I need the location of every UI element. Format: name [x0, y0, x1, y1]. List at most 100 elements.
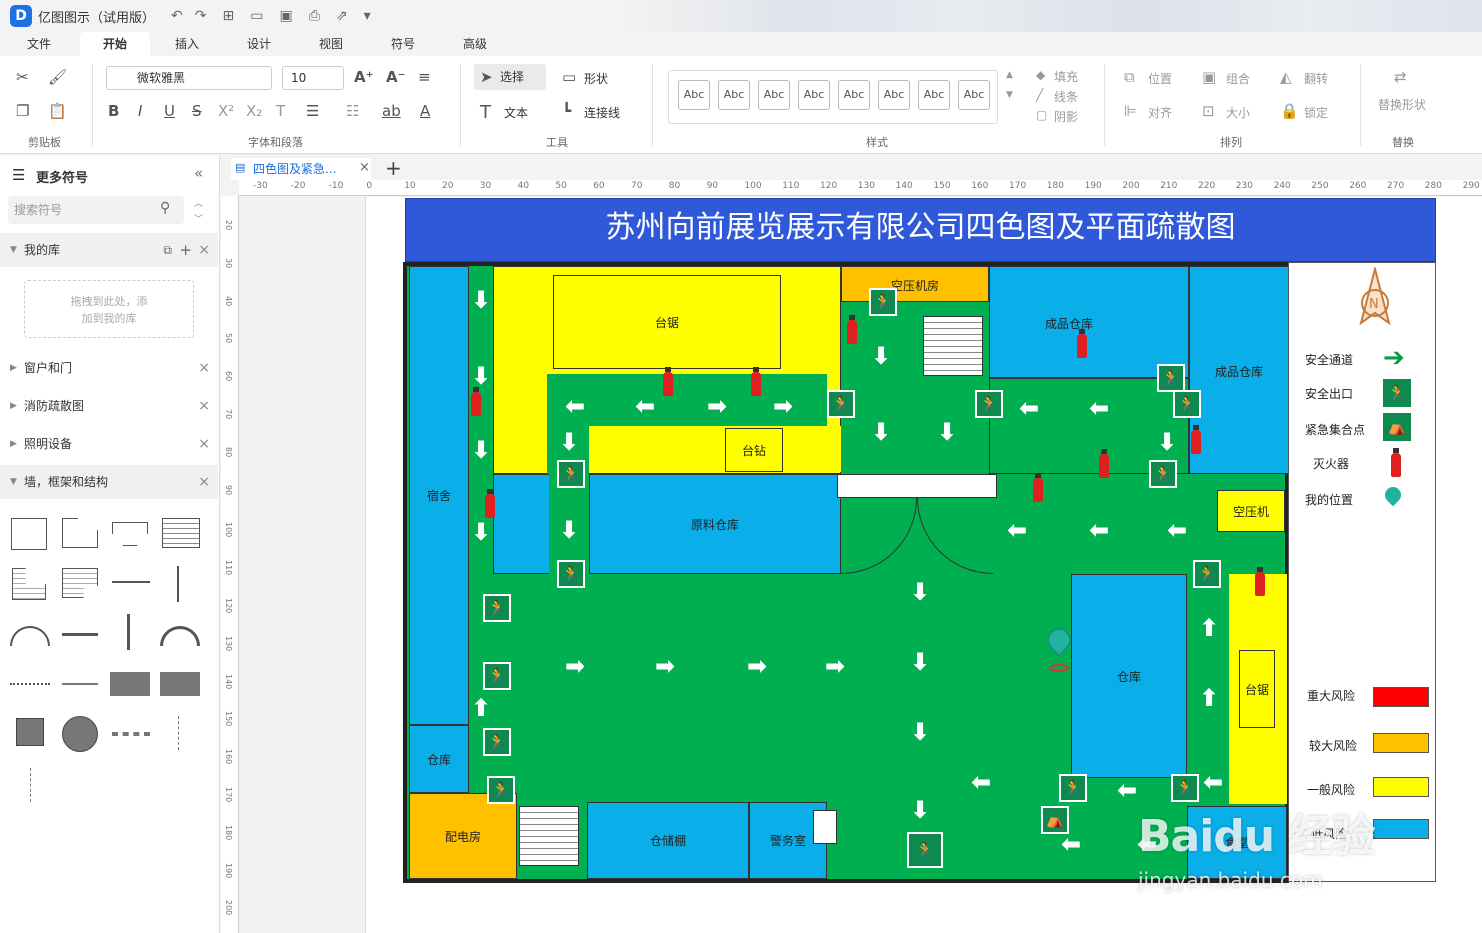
exit-sign-icon[interactable]: 🏃	[869, 288, 897, 316]
group-button[interactable]: 组合	[1226, 70, 1250, 87]
increase-font-icon[interactable]: A⁺	[354, 68, 374, 86]
align-text-icon[interactable]: ≡	[418, 68, 431, 86]
exit-sign-icon[interactable]: 🏃	[557, 560, 585, 588]
lock-button[interactable]: 锁定	[1304, 104, 1328, 121]
l-wall-shape[interactable]	[12, 568, 46, 600]
thick-vertical-wall-shape[interactable]	[127, 614, 130, 650]
redo-icon[interactable]: ↷	[195, 8, 207, 24]
copy-icon[interactable]: ❐	[16, 102, 29, 120]
guide-line-shape[interactable]	[30, 768, 31, 802]
search-icon[interactable]: ⚲	[160, 200, 170, 216]
vertical-wall-shape[interactable]	[177, 566, 179, 602]
exit-sign-icon[interactable]: 🏃	[557, 460, 585, 488]
main-door-frame[interactable]	[837, 474, 997, 498]
fill-button[interactable]: 填充	[1054, 68, 1078, 85]
menu-tab-symbols[interactable]: 符号	[374, 32, 432, 56]
close-icon[interactable]: ×	[198, 389, 210, 423]
bench-drill[interactable]: 台钻	[725, 428, 783, 472]
close-icon[interactable]: ×	[198, 427, 210, 461]
new-tab-icon[interactable]: +	[385, 156, 402, 180]
font-family-select[interactable]: 微软雅黑	[106, 66, 272, 90]
document-tab[interactable]: 四色图及紧急...	[231, 158, 371, 180]
style-sample-2[interactable]: Abc	[718, 80, 750, 110]
superscript-icon[interactable]: X²	[218, 102, 234, 120]
fire-extinguisher-icon[interactable]	[485, 489, 495, 518]
exit-sign-icon[interactable]: 🏃	[1157, 364, 1185, 392]
t-room-shape[interactable]	[112, 522, 148, 546]
quick-access-dropdown-icon[interactable]: ▾	[364, 8, 371, 24]
arc-thick-wall-shape[interactable]	[160, 626, 200, 646]
guard-door[interactable]	[813, 810, 837, 844]
exit-sign-icon[interactable]: 🏃	[1149, 460, 1177, 488]
exit-sign-icon[interactable]: 🏃	[1171, 774, 1199, 802]
wall-block-2-shape[interactable]	[160, 672, 200, 696]
close-icon[interactable]: ×	[198, 465, 210, 499]
italic-icon[interactable]: I	[138, 102, 142, 120]
gallery-down-icon[interactable]: ▼	[1006, 90, 1013, 100]
fire-extinguisher-icon[interactable]	[1191, 425, 1201, 454]
power-room[interactable]: 配电房	[409, 793, 517, 879]
save-icon[interactable]: ▣	[279, 8, 292, 24]
table-saw-1[interactable]: 台锯	[553, 275, 781, 369]
symbol-search-input[interactable]: 搜索符号	[8, 196, 184, 224]
cut-icon[interactable]: ✂	[16, 68, 29, 86]
line-spacing-icon[interactable]: ☰	[306, 102, 319, 120]
exit-sign-icon[interactable]: 🏃	[975, 390, 1003, 418]
bold-icon[interactable]: B	[108, 102, 119, 120]
decrease-font-icon[interactable]: A⁻	[386, 68, 406, 86]
style-sample-3[interactable]: Abc	[758, 80, 790, 110]
menu-tab-file[interactable]: 文件	[10, 32, 68, 56]
shape-tool-button[interactable]: 形状	[584, 70, 608, 87]
square-pillar-shape[interactable]	[16, 718, 44, 746]
style-sample-6[interactable]: Abc	[878, 80, 910, 110]
raw-warehouse[interactable]: 原料仓库	[589, 474, 841, 574]
fire-extinguisher-icon[interactable]	[663, 367, 673, 396]
import-icon[interactable]: ⧉	[163, 233, 172, 267]
exit-sign-icon[interactable]: 🏃	[483, 594, 511, 622]
paste-icon[interactable]: 📋	[48, 102, 67, 120]
flip-button[interactable]: 翻转	[1304, 70, 1328, 87]
close-tab-icon[interactable]: ×	[359, 160, 370, 175]
print-icon[interactable]: ⎙	[309, 8, 320, 24]
position-button[interactable]: 位置	[1148, 70, 1172, 87]
text-tool-button[interactable]: 文本	[504, 104, 528, 121]
stairs-top[interactable]	[923, 316, 983, 376]
stairs-bottom[interactable]	[519, 806, 579, 866]
close-icon[interactable]: ×	[198, 351, 210, 385]
finished-warehouse-2[interactable]: 成品仓库	[1189, 266, 1289, 474]
exit-sign-icon[interactable]: 🏃	[1059, 774, 1087, 802]
table-saw-2[interactable]: 台锯	[1239, 650, 1275, 728]
legend-panel[interactable]: N 安全通道 ➔ 安全出口 🏃 紧急集合点 ⛺ 灭火器 我的位置 重大风险 较大…	[1288, 262, 1436, 882]
assembly-point-icon[interactable]: ⛺	[1041, 806, 1069, 834]
dorm-room[interactable]: 宿舍	[409, 266, 469, 725]
strikethrough-icon[interactable]: S	[192, 102, 202, 120]
round-pillar-shape[interactable]	[62, 716, 98, 752]
fire-extinguisher-icon[interactable]	[847, 315, 857, 344]
dashed-wall-shape[interactable]	[112, 732, 150, 736]
library-row-fire-evacuation[interactable]: ▶ 消防疏散图 ×	[0, 389, 218, 423]
style-sample-4[interactable]: Abc	[798, 80, 830, 110]
menu-tab-home[interactable]: 开始	[80, 32, 150, 56]
style-sample-1[interactable]: Abc	[678, 80, 710, 110]
line-button[interactable]: 线条	[1054, 88, 1078, 105]
text-case-icon[interactable]: T	[276, 102, 285, 120]
format-painter-icon[interactable]: 🖌	[48, 68, 67, 86]
connector-tool-button[interactable]: 连接线	[584, 104, 620, 121]
library-row-lighting[interactable]: ▶ 照明设备 ×	[0, 427, 218, 461]
wall-panel-shape[interactable]	[162, 518, 200, 548]
subscript-icon[interactable]: X₂	[246, 102, 262, 120]
wall-block-shape[interactable]	[110, 672, 150, 696]
room-shape[interactable]	[11, 518, 47, 550]
scroll-down-icon[interactable]: ﹀	[194, 212, 203, 225]
style-sample-8[interactable]: Abc	[958, 80, 990, 110]
bullet-list-icon[interactable]: ☷	[346, 102, 359, 120]
export-icon[interactable]: ⇗	[336, 8, 348, 24]
font-color-icon[interactable]: A	[420, 102, 430, 120]
shadow-button[interactable]: 阴影	[1054, 108, 1078, 125]
add-icon[interactable]: +	[179, 233, 192, 267]
gallery-up-icon[interactable]: ▲	[1006, 70, 1013, 80]
menu-tab-view[interactable]: 视图	[302, 32, 360, 56]
floor-plan[interactable]: 宿舍 仓库 配电房 台锯 台钻 原料仓库 空压机房 成品仓库 成品仓库 空压机 …	[403, 262, 1289, 883]
wall-line-shape[interactable]	[112, 581, 150, 583]
storage-shed[interactable]: 仓储棚	[587, 802, 749, 879]
